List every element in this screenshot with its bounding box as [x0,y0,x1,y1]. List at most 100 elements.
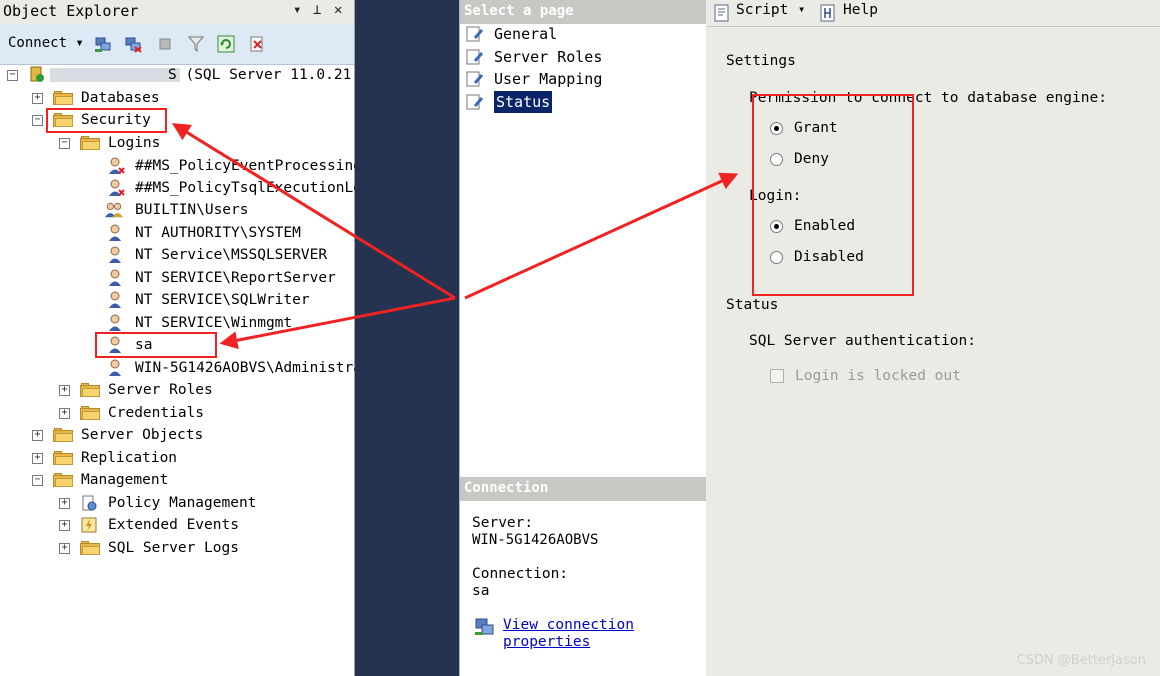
tree-label: NT AUTHORITY\SYSTEM [135,225,301,241]
expand-icon[interactable]: + [32,453,43,464]
connect-button[interactable]: Connect ▾ [8,35,84,51]
folder-open-icon [53,473,73,487]
folder-icon [80,541,100,555]
collapse-icon[interactable]: − [32,475,43,486]
connection-header-text: Connection [464,480,549,496]
script-icon[interactable] [712,3,732,23]
stop-icon[interactable] [156,35,174,53]
connection-properties-icon [475,618,494,635]
expand-icon[interactable]: + [32,430,43,441]
filter-icon[interactable] [187,35,205,53]
expand-icon[interactable]: + [32,93,43,104]
collapse-icon[interactable]: − [32,115,43,126]
login-icon [109,224,121,241]
tree-label: Server Objects [81,427,204,443]
expand-icon[interactable]: + [59,520,70,531]
dropdown-icon[interactable]: ▾ [293,2,301,18]
tree-label: BUILTIN\Users [135,202,249,218]
tree-label: SQL Server Logs [108,540,239,556]
page-item-label-selected: Status [494,91,553,113]
tree-label: WIN-5G1426AOBVS\Administra [135,360,362,376]
tree-label: NT SERVICE\SQLWriter [135,292,310,308]
properties-toolbar: Script ▾ Help [706,0,1160,27]
folder-icon [53,451,73,465]
connection-header: Connection [460,477,706,501]
object-explorer-toolbar: Connect ▾ [0,24,354,65]
expand-icon[interactable]: + [59,498,70,509]
script-button[interactable]: Script [736,2,788,18]
help-button[interactable]: Help [843,2,878,18]
select-page-header: Select a page [460,0,706,24]
page-item-label: General [494,25,558,43]
tree-label: Databases [81,90,160,106]
tree-label: ##MS_PolicyEventProcessing [135,158,362,174]
script-dropdown-icon[interactable]: ▾ [798,2,805,16]
folder-icon [80,383,100,397]
select-page-header-text: Select a page [464,3,574,19]
tree-label: ##MS_PolicyTsqlExecutionLo [135,180,362,196]
sql-auth-label: SQL Server authentication: [749,333,976,349]
folder-icon [80,406,100,420]
tree-label: Management [81,472,169,488]
server-label: S (SQL Server 11.0.21 [168,67,352,83]
tree-label: NT SERVICE\Winmgmt [135,315,293,331]
tree-label: Extended Events [108,517,239,533]
connection-value: sa [472,583,490,599]
tree-label: Replication [81,450,178,466]
expand-icon[interactable]: + [59,543,70,554]
annotation-box-security [46,108,167,133]
page-icon [466,71,484,87]
policy-icon [82,495,97,511]
settings-section-title: Settings [726,53,796,69]
tree-label: Credentials [108,405,205,421]
folder-icon [53,91,73,105]
collapse-icon[interactable]: − [7,70,18,81]
page-item-label: User Mapping [494,70,603,88]
folder-icon [53,428,73,442]
tree-label: NT Service\MSSQLSERVER [135,247,328,263]
folder-open-icon [80,136,100,150]
page-icon [466,26,484,42]
view-connection-properties-link-2[interactable]: properties [503,634,590,650]
server-icon [30,66,44,82]
expand-icon[interactable]: + [59,385,70,396]
redacted-server-name [50,68,180,82]
tree-label: Server Roles [108,382,213,398]
annotation-box-settings [752,94,914,296]
pin-icon[interactable]: ⊥ [313,2,321,18]
login-icon [109,291,121,308]
login-icon [109,269,121,286]
group-icon [105,202,123,218]
login-icon [109,314,121,331]
refresh-icon[interactable] [217,35,235,53]
login-disabled-icon [109,157,125,174]
expand-icon[interactable]: + [59,408,70,419]
tree-label: Policy Management [108,495,257,511]
login-locked-out-checkbox[interactable] [770,369,784,383]
page-icon [466,94,484,110]
server-value: WIN-5G1426AOBVS [472,532,599,548]
object-explorer-title: Object Explorer [3,2,139,20]
status-section-title: Status [726,297,779,313]
background-gap [355,0,459,676]
annotation-box-sa [95,332,217,358]
help-icon[interactable] [818,3,838,23]
login-locked-out-label: Login is locked out [795,368,961,384]
login-icon [109,359,121,376]
view-connection-properties-link[interactable]: View connection [503,617,634,633]
disconnect-icon[interactable] [124,35,142,53]
close-icon[interactable]: ✕ [334,2,342,18]
page-icon [466,49,484,65]
collapse-icon[interactable]: − [59,138,70,149]
connection-label: Connection: [472,566,569,582]
watermark: CSDN @BetterJason [1016,653,1146,668]
object-explorer-titlebar: Object Explorer ▾ ⊥ ✕ [0,0,354,24]
connect-engine-icon[interactable] [94,35,112,53]
tree-label: Logins [108,135,161,151]
select-page-panel: Select a page General Server Roles User … [459,0,707,676]
login-disabled-icon [109,179,125,196]
new-query-icon[interactable] [248,35,266,53]
tree-label: NT SERVICE\ReportServer [135,270,336,286]
page-item-label: Server Roles [494,48,603,66]
extended-events-icon [81,517,97,533]
